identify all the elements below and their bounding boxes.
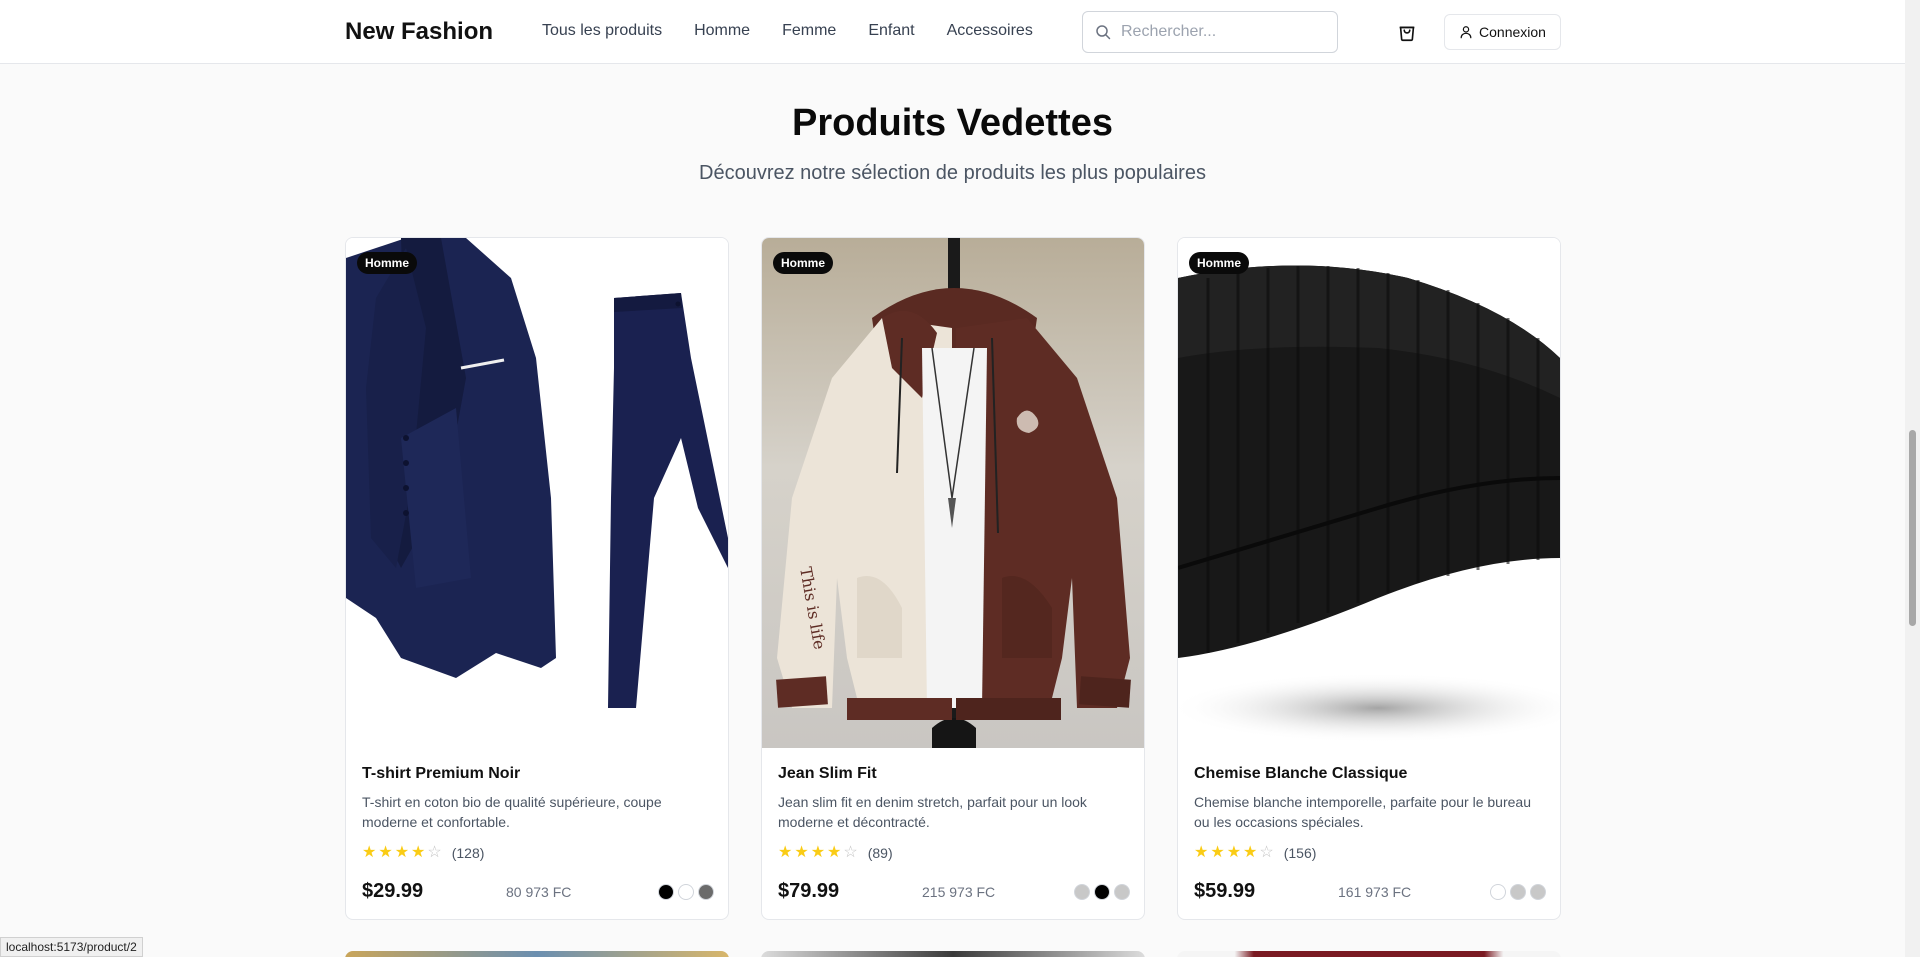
- product-rating: ★ ★ ★ ★ ☆ (156): [1194, 844, 1546, 862]
- link-status-bar: localhost:5173/product/2: [0, 937, 143, 957]
- color-swatches: [1074, 884, 1130, 900]
- login-label: Connexion: [1479, 24, 1546, 40]
- product-price-fc: 161 973 FC: [1338, 884, 1412, 900]
- product-info: Chemise Blanche Classique Chemise blanch…: [1194, 765, 1546, 902]
- product-card[interactable]: Homme Chemise Blanche Classique Chemise …: [1177, 237, 1561, 920]
- star-icon: ★: [827, 844, 842, 861]
- product-description: T-shirt en coton bio de qualité supérieu…: [362, 794, 662, 830]
- product-rating: ★ ★ ★ ★ ☆ (128): [362, 844, 714, 862]
- color-swatch[interactable]: [678, 884, 694, 900]
- nav-accessoires[interactable]: Accessoires: [947, 22, 1033, 40]
- color-swatch[interactable]: [1510, 884, 1526, 900]
- product-card[interactable]: Homme T-shirt Premium Noir T-shirt en co…: [345, 237, 729, 920]
- color-swatches: [1490, 884, 1546, 900]
- product-image[interactable]: Homme: [1178, 238, 1560, 748]
- review-count: (156): [1283, 845, 1317, 861]
- scrollbar-thumb[interactable]: [1909, 430, 1916, 626]
- product-rating: ★ ★ ★ ★ ☆ (89): [778, 844, 1130, 862]
- price-row: $79.99 215 973 FC: [778, 880, 1130, 904]
- star-icon: ★: [411, 844, 426, 861]
- star-icon: ★: [1194, 844, 1209, 861]
- color-swatches: [658, 884, 714, 900]
- nav-homme[interactable]: Homme: [694, 22, 750, 40]
- color-swatch[interactable]: [658, 884, 674, 900]
- color-swatch[interactable]: [1114, 884, 1130, 900]
- nav-enfant[interactable]: Enfant: [868, 22, 914, 40]
- product-image[interactable]: Homme: [346, 238, 728, 748]
- star-icon: ★: [378, 844, 393, 861]
- suit-image: [346, 238, 728, 708]
- star-icon: ★: [1243, 844, 1258, 861]
- beanie-image: [1178, 265, 1560, 743]
- search-icon: [1096, 25, 1111, 40]
- section-subtitle: Découvrez notre sélection de produits le…: [699, 162, 1206, 184]
- category-badge: Homme: [357, 252, 418, 274]
- star-icon: ★: [1226, 844, 1242, 861]
- nav-femme[interactable]: Femme: [782, 22, 836, 40]
- site-logo[interactable]: New Fashion: [345, 18, 493, 46]
- star-icon: ★: [1210, 844, 1225, 861]
- product-info: Jean Slim Fit Jean slim fit en denim str…: [778, 765, 1130, 902]
- nav-all-products[interactable]: Tous les produits: [542, 22, 662, 40]
- star-icon: ★: [778, 844, 793, 861]
- product-info: T-shirt Premium Noir T-shirt en coton bi…: [362, 765, 714, 902]
- category-badge: Homme: [773, 252, 834, 274]
- product-name[interactable]: Chemise Blanche Classique: [1194, 765, 1546, 783]
- product-price: $29.99: [362, 880, 424, 902]
- star-outline-icon: ☆: [1259, 844, 1274, 861]
- product-price: $79.99: [778, 880, 840, 902]
- category-badge: Homme: [1189, 252, 1250, 274]
- cart-button[interactable]: [1394, 19, 1420, 45]
- product-price-fc: 215 973 FC: [922, 884, 996, 900]
- shopping-bag-icon: [1399, 26, 1415, 42]
- product-description: Chemise blanche intemporelle, parfaite p…: [1194, 794, 1531, 830]
- product-description: Jean slim fit en denim stretch, parfait …: [778, 794, 1087, 830]
- search-input[interactable]: [1121, 23, 1321, 41]
- page-scrollbar[interactable]: [1905, 0, 1920, 957]
- main-nav: Tous les produits Homme Femme Enfant Acc…: [542, 22, 1033, 40]
- color-swatch[interactable]: [698, 884, 714, 900]
- product-card-peek[interactable]: [761, 951, 1145, 957]
- review-count: (128): [451, 845, 485, 861]
- review-count: (89): [867, 845, 893, 861]
- product-name[interactable]: Jean Slim Fit: [778, 765, 1130, 783]
- product-card-peek[interactable]: [345, 951, 729, 957]
- price-row: $29.99 80 973 FC: [362, 880, 714, 904]
- search-box: [1082, 11, 1338, 53]
- star-icon: ★: [810, 844, 826, 861]
- color-swatch[interactable]: [1074, 884, 1090, 900]
- product-card[interactable]: This is life Homme Jean Slim Fit Jean sl…: [761, 237, 1145, 920]
- product-price: $59.99: [1194, 880, 1256, 902]
- section-title: Produits Vedettes: [792, 102, 1113, 144]
- star-icon: ★: [394, 844, 410, 861]
- product-card-peek[interactable]: [1177, 951, 1561, 957]
- star-icon: ★: [362, 844, 377, 861]
- star-icon: ★: [794, 844, 809, 861]
- site-header: New Fashion Tous les produits Homme Femm…: [0, 0, 1905, 64]
- login-button[interactable]: Connexion: [1444, 14, 1561, 50]
- star-outline-icon: ☆: [427, 844, 442, 861]
- user-icon: [1460, 26, 1472, 39]
- product-price-fc: 80 973 FC: [506, 884, 572, 900]
- color-swatch[interactable]: [1490, 884, 1506, 900]
- star-outline-icon: ☆: [843, 844, 858, 861]
- hoodie-image: This is life: [776, 238, 1131, 748]
- product-image[interactable]: This is life Homme: [762, 238, 1144, 748]
- product-name[interactable]: T-shirt Premium Noir: [362, 765, 714, 783]
- price-row: $59.99 161 973 FC: [1194, 880, 1546, 904]
- color-swatch[interactable]: [1094, 884, 1110, 900]
- color-swatch[interactable]: [1530, 884, 1546, 900]
